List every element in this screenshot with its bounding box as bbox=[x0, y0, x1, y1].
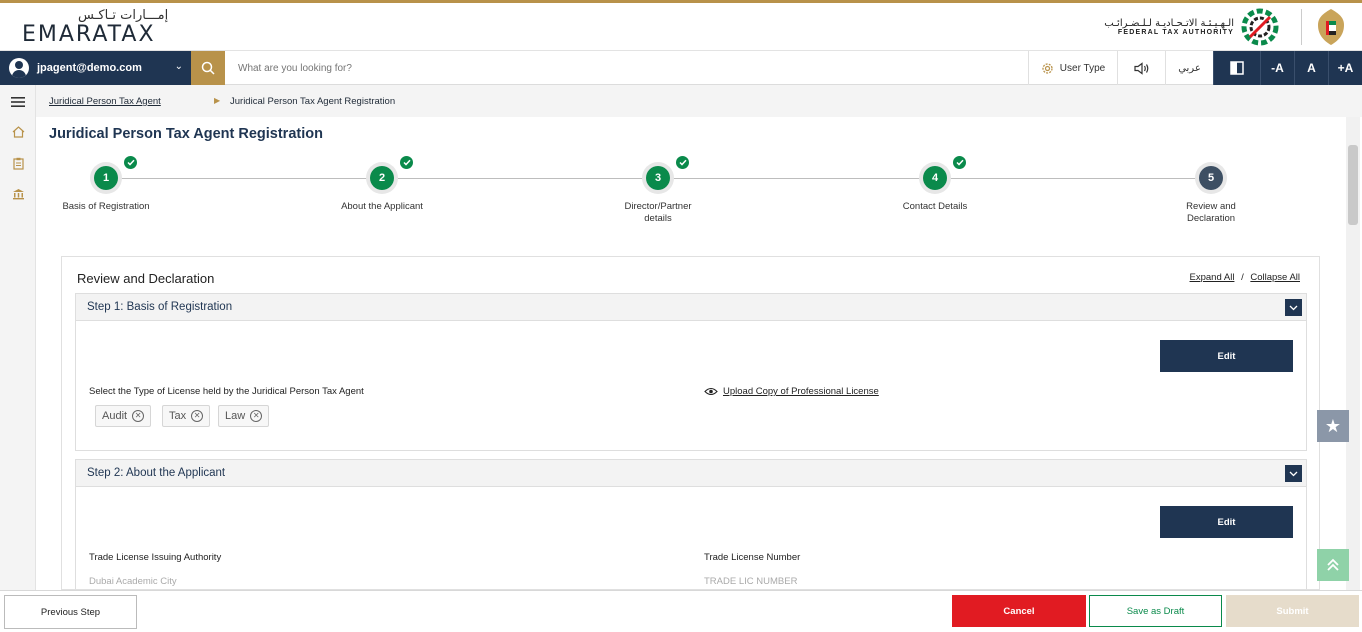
previous-step-button[interactable]: Previous Step bbox=[4, 595, 137, 629]
step1-edit-button[interactable]: Edit bbox=[1160, 340, 1293, 372]
footer-actions: Previous Step Cancel Save as Draft Submi… bbox=[0, 590, 1362, 632]
review-title: Review and Declaration bbox=[77, 271, 215, 286]
chip-label: Tax bbox=[169, 410, 187, 422]
user-type-label: User Type bbox=[1059, 62, 1106, 74]
gear-icon bbox=[1042, 62, 1053, 74]
step-1-circle[interactable]: 1 bbox=[94, 166, 118, 190]
chevron-down-icon[interactable] bbox=[1285, 299, 1302, 316]
top-toolbar: jpagent@demo.com ⌄ User Type عربي -A A +… bbox=[0, 51, 1362, 85]
collapse-all-link[interactable]: Collapse All bbox=[1250, 272, 1300, 283]
eye-icon bbox=[704, 387, 718, 396]
check-icon bbox=[399, 155, 414, 170]
step-2-circle[interactable]: 2 bbox=[370, 166, 394, 190]
speaker-icon bbox=[1133, 61, 1148, 75]
chevron-down-icon: ⌄ bbox=[174, 61, 183, 72]
search-button[interactable] bbox=[191, 51, 225, 85]
breadcrumb-arrow-icon: ▶ bbox=[214, 96, 221, 105]
step-1-label: Basis of Registration bbox=[62, 201, 150, 212]
close-icon[interactable]: ✕ bbox=[191, 410, 204, 422]
contrast-button[interactable] bbox=[1213, 51, 1260, 85]
scroll-top-button[interactable] bbox=[1317, 549, 1349, 581]
favorite-button[interactable]: ★ bbox=[1317, 410, 1349, 442]
chevron-down-icon[interactable] bbox=[1285, 465, 1302, 482]
fta-arabic-name: الـهـيـئـة الاتـحـاديـة لـلـضـرائـب bbox=[1104, 18, 1234, 29]
expand-all-link[interactable]: Expand All bbox=[1190, 272, 1235, 283]
star-icon: ★ bbox=[1324, 415, 1342, 436]
page-scrollbar[interactable] bbox=[1346, 117, 1360, 590]
contrast-icon bbox=[1230, 61, 1244, 75]
step-5-label: Review and Declaration bbox=[1186, 201, 1236, 224]
user-avatar-icon bbox=[9, 58, 29, 78]
app-header: إمـــارات تـاكـس EMARATAX الـهـيـئـة الا… bbox=[0, 3, 1362, 51]
license-number-label: Trade License Number bbox=[704, 552, 801, 563]
step2-section-title: Step 2: About the Applicant bbox=[87, 467, 226, 479]
check-icon bbox=[123, 155, 138, 170]
step-5-circle[interactable]: 5 bbox=[1199, 166, 1223, 190]
fta-logo-icon bbox=[1241, 8, 1279, 46]
step1-section-body: Edit Select the Type of License held by … bbox=[75, 321, 1307, 451]
user-menu[interactable]: jpagent@demo.com ⌄ bbox=[0, 51, 191, 85]
close-icon[interactable]: ✕ bbox=[132, 410, 145, 422]
step-4-label: Contact Details bbox=[902, 201, 968, 212]
step2-section-body: Edit Trade License Issuing Authority Dub… bbox=[75, 487, 1307, 589]
logo-emaratax[interactable]: EMARATAX bbox=[22, 22, 156, 47]
scrollbar-thumb[interactable] bbox=[1348, 145, 1358, 225]
breadcrumb-current: Juridical Person Tax Agent Registration bbox=[230, 96, 396, 107]
license-chip-list: Audit ✕ Tax ✕ Law ✕ bbox=[95, 405, 395, 427]
user-type-button[interactable]: User Type bbox=[1028, 51, 1117, 85]
cancel-button[interactable]: Cancel bbox=[952, 595, 1086, 627]
chip-label: Law bbox=[225, 410, 246, 422]
check-icon bbox=[952, 155, 967, 170]
user-email: jpagent@demo.com bbox=[37, 62, 142, 74]
left-sidebar bbox=[0, 85, 36, 590]
step2-section-header[interactable]: Step 2: About the Applicant bbox=[75, 459, 1307, 487]
step-2-label: About the Applicant bbox=[341, 201, 423, 212]
chip-law[interactable]: Law ✕ bbox=[218, 405, 270, 427]
uae-emblem-icon bbox=[1318, 9, 1344, 45]
clipboard-icon[interactable] bbox=[9, 154, 27, 172]
audio-button[interactable] bbox=[1117, 51, 1165, 85]
step-3-circle[interactable]: 3 bbox=[646, 166, 670, 190]
double-chevron-up-icon bbox=[1327, 558, 1339, 571]
review-card: Review and Declaration Expand All / Coll… bbox=[61, 256, 1320, 590]
logo-arabic: إمـــارات تـاكـس bbox=[78, 8, 169, 23]
link-separator: / bbox=[1241, 272, 1244, 283]
license-number-value: TRADE LIC NUMBER bbox=[704, 576, 798, 587]
upload-license-link[interactable]: Upload Copy of Professional License bbox=[723, 386, 879, 397]
step-4-circle[interactable]: 4 bbox=[923, 166, 947, 190]
submit-button[interactable]: Submit bbox=[1226, 595, 1359, 627]
issuing-authority-label: Trade License Issuing Authority bbox=[89, 552, 222, 563]
fta-english-name: FEDERAL TAX AUTHORITY bbox=[1117, 29, 1234, 36]
font-decrease-button[interactable]: -A bbox=[1260, 51, 1294, 85]
issuing-authority-value: Dubai Academic City bbox=[89, 576, 177, 587]
bank-icon[interactable] bbox=[9, 185, 27, 203]
chip-tax[interactable]: Tax ✕ bbox=[162, 405, 211, 427]
font-increase-button[interactable]: +A bbox=[1328, 51, 1362, 85]
header-divider bbox=[1301, 9, 1302, 45]
chip-label: Audit bbox=[102, 410, 128, 422]
save-draft-button[interactable]: Save as Draft bbox=[1089, 595, 1222, 627]
language-toggle[interactable]: عربي bbox=[1165, 51, 1213, 85]
font-reset-button[interactable]: A bbox=[1294, 51, 1328, 85]
step1-section-title: Step 1: Basis of Registration bbox=[87, 301, 233, 313]
fta-brand: الـهـيـئـة الاتـحـاديـة لـلـضـرائـب FEDE… bbox=[1104, 7, 1280, 47]
search-icon bbox=[201, 61, 215, 75]
expand-collapse-links: Expand All / Collapse All bbox=[1190, 272, 1300, 283]
breadcrumb: Juridical Person Tax Agent ▶ Juridical P… bbox=[36, 85, 1362, 117]
menu-icon[interactable] bbox=[9, 93, 27, 111]
chip-audit[interactable]: Audit ✕ bbox=[95, 405, 152, 427]
step-3-label: Director/Partner details bbox=[624, 201, 692, 224]
step2-edit-button[interactable]: Edit bbox=[1160, 506, 1293, 538]
close-icon[interactable]: ✕ bbox=[250, 410, 263, 422]
home-icon[interactable] bbox=[9, 123, 27, 141]
check-icon bbox=[675, 155, 690, 170]
search-input[interactable] bbox=[230, 57, 1010, 79]
step1-section-header[interactable]: Step 1: Basis of Registration bbox=[75, 293, 1307, 321]
license-type-label: Select the Type of License held by the J… bbox=[89, 386, 364, 397]
breadcrumb-parent-link[interactable]: Juridical Person Tax Agent bbox=[49, 96, 161, 107]
page-title: Juridical Person Tax Agent Registration bbox=[49, 126, 323, 142]
